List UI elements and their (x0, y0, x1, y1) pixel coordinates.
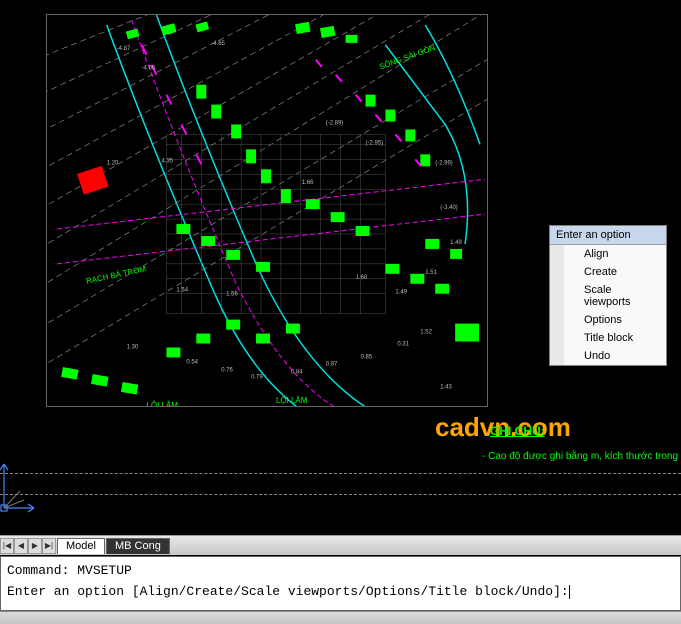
status-bar (0, 611, 681, 624)
tab-model[interactable]: Model (57, 538, 105, 554)
svg-text:-4.87: -4.87 (117, 46, 131, 52)
text-cursor (569, 585, 570, 599)
svg-text:LỘI LÂM: LỘI LÂM (147, 401, 178, 406)
tab-mb-cong[interactable]: MB Cong (106, 538, 170, 554)
svg-text:0.79: 0.79 (251, 374, 263, 380)
svg-text:0.76: 0.76 (221, 367, 233, 373)
svg-text:0.31: 0.31 (397, 341, 409, 347)
svg-text:1.60: 1.60 (356, 275, 368, 281)
svg-text:4.35: 4.35 (161, 158, 173, 164)
svg-text:0.85: 0.85 (361, 354, 373, 360)
menu-item-align[interactable]: Align (550, 245, 666, 263)
svg-text:1.49: 1.49 (395, 290, 407, 296)
svg-text:1.56: 1.56 (226, 292, 238, 298)
svg-text:0.54: 0.54 (186, 359, 198, 365)
command-history-line: Command: MVSETUP (7, 561, 674, 582)
command-line[interactable]: Command: MVSETUP Enter an option [Align/… (0, 556, 681, 611)
svg-text:(-2.89): (-2.89) (326, 121, 344, 127)
svg-text:-4.66: -4.66 (142, 66, 156, 72)
svg-text:0.87: 0.87 (326, 361, 338, 367)
svg-text:1.43: 1.43 (440, 384, 452, 390)
ucs-icon (0, 456, 40, 516)
tab-nav-last[interactable]: ▶| (42, 538, 56, 554)
svg-text:1.20: 1.20 (107, 160, 119, 166)
svg-text:-4.65: -4.65 (211, 41, 225, 47)
svg-text:RẠCH BÀ TRỌM: RẠCH BÀ TRỌM (85, 264, 146, 285)
svg-text:(-2.99): (-2.99) (435, 160, 453, 166)
layout-guide-line (0, 494, 681, 495)
layout-guide-line (0, 473, 681, 474)
cad-site-plan: SÔNG SÀI GÒN RẠCH BÀ TRỌM LỘI LÂM LỘI LÂ… (47, 15, 487, 406)
menu-item-undo[interactable]: Undo (550, 347, 666, 365)
command-prompt-line: Enter an option [Align/Create/Scale view… (7, 584, 569, 599)
svg-text:(-2.95): (-2.95) (366, 140, 384, 146)
notes-line: - Cao độ được ghi bằng m, kích thước tro… (482, 451, 681, 462)
svg-text:1.49: 1.49 (450, 240, 462, 246)
tab-nav-prev[interactable]: ◀ (14, 538, 28, 554)
svg-text:LỘI LÂM: LỘI LÂM (276, 396, 307, 405)
svg-text:1.54: 1.54 (176, 288, 188, 294)
menu-item-title-block[interactable]: Title block (550, 329, 666, 347)
notes-heading: GHI CHÚ: (490, 424, 545, 438)
viewport-frame[interactable]: SÔNG SÀI GÒN RẠCH BÀ TRỌM LỘI LÂM LỘI LÂ… (46, 14, 488, 407)
svg-text:(-3.40): (-3.40) (440, 205, 458, 211)
context-menu: Enter an option Align Create Scale viewp… (549, 225, 667, 366)
menu-item-options[interactable]: Options (550, 311, 666, 329)
svg-text:1.66: 1.66 (302, 180, 314, 186)
svg-text:0.84: 0.84 (291, 369, 303, 375)
tab-nav-first[interactable]: |◀ (0, 538, 14, 554)
svg-text:1.51: 1.51 (425, 270, 437, 276)
menu-item-scale-viewports[interactable]: Scale viewports (550, 281, 666, 311)
tab-nav-next[interactable]: ▶ (28, 538, 42, 554)
context-menu-title: Enter an option (550, 226, 666, 245)
menu-item-create[interactable]: Create (550, 263, 666, 281)
svg-text:1.30: 1.30 (127, 344, 139, 350)
svg-text:1.52: 1.52 (420, 330, 432, 336)
layout-tab-bar: |◀ ◀ ▶ ▶| Model MB Cong (0, 535, 681, 555)
